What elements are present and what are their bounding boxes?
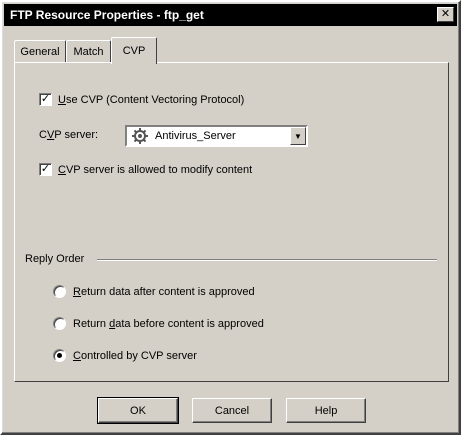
modify-content-row[interactable]: ✓ CVP server is allowed to modify conten… (39, 163, 252, 176)
cvp-server-value: Antivirus_Server (155, 130, 236, 142)
radio-dot-icon (57, 353, 62, 358)
reply-option-label: Controlled by CVP server (73, 349, 197, 362)
ftp-resource-properties-dialog: FTP Resource Properties - ftp_get ✕ Gene… (0, 0, 461, 435)
tab-cvp[interactable]: CVP (111, 37, 157, 64)
help-button[interactable]: Help (286, 398, 366, 423)
title-bar: FTP Resource Properties - ftp_get ✕ (4, 4, 457, 26)
modify-content-label: CVP server is allowed to modify content (58, 163, 253, 176)
use-cvp-row[interactable]: ✓ Use CVP (Content Vectoring Protocol) (39, 93, 244, 106)
modify-content-checkbox[interactable]: ✓ (39, 163, 52, 176)
radio-button[interactable] (53, 285, 66, 298)
tab-general[interactable]: General (14, 40, 66, 62)
reply-option-label: Return data before content is approved (73, 317, 264, 330)
use-cvp-checkbox[interactable]: ✓ (39, 93, 52, 106)
radio-button-selected[interactable] (53, 349, 66, 362)
cancel-button[interactable]: Cancel (192, 398, 272, 423)
chevron-down-icon[interactable]: ▼ (290, 127, 306, 145)
tab-match[interactable]: Match (66, 40, 111, 62)
radio-button[interactable] (53, 317, 66, 330)
reply-option-after-approved[interactable]: Return data after content is approved (53, 285, 255, 298)
reply-option-label: Return data after content is approved (73, 285, 255, 298)
use-cvp-label: Use CVP (Content Vectoring Protocol) (58, 93, 245, 106)
cvp-tab-panel: ✓ Use CVP (Content Vectoring Protocol) C… (14, 62, 449, 382)
group-divider (97, 259, 437, 261)
server-gear-icon (132, 128, 148, 144)
reply-option-controlled-by-cvp[interactable]: Controlled by CVP server (53, 349, 197, 362)
close-icon[interactable]: ✕ (437, 7, 454, 22)
reply-order-group-label: Reply Order (25, 253, 85, 265)
window-title: FTP Resource Properties - ftp_get (10, 8, 204, 22)
reply-option-before-approved[interactable]: Return data before content is approved (53, 317, 264, 330)
ok-button[interactable]: OK (97, 397, 179, 424)
cvp-server-select[interactable]: Antivirus_Server ▼ (125, 125, 308, 147)
cvp-server-label: CVP server: (39, 129, 99, 141)
